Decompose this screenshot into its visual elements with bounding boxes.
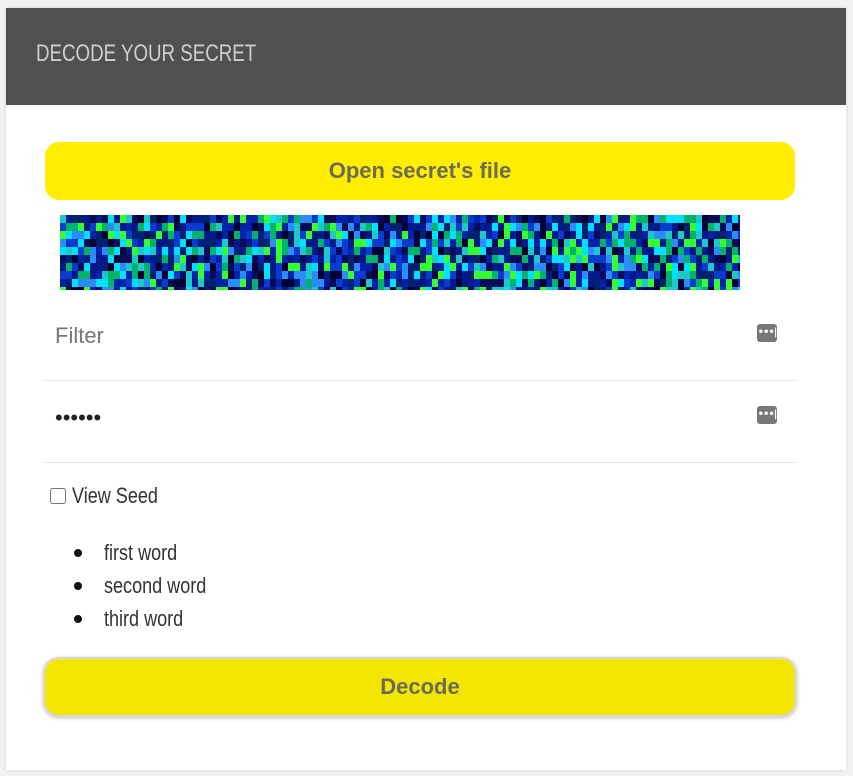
filter-input[interactable] (55, 312, 735, 360)
list-item: third word (74, 602, 229, 635)
view-seed-toggle[interactable]: View Seed (50, 483, 177, 509)
password-manager-icon[interactable]: •••| (757, 324, 777, 342)
seed-word: third word (104, 605, 184, 631)
password-input[interactable] (55, 394, 735, 442)
seed-word-list: first word second word third word (74, 536, 229, 635)
password-manager-icon[interactable]: •••| (757, 406, 777, 424)
view-seed-checkbox[interactable] (50, 488, 66, 504)
secret-image (60, 215, 758, 290)
view-seed-label: View Seed (72, 483, 158, 508)
bullet-icon (74, 548, 82, 557)
list-item: second word (74, 569, 229, 602)
bullet-icon (74, 581, 82, 590)
decode-button[interactable]: Decode (43, 657, 797, 717)
bullet-icon (74, 614, 82, 623)
seed-word: second word (104, 572, 207, 598)
app-header: DECODE YOUR SECRET (6, 8, 846, 105)
password-field-row: •••| (45, 380, 795, 463)
open-secret-file-button[interactable]: Open secret's file (45, 142, 795, 200)
list-item: first word (74, 536, 229, 569)
page-title: DECODE YOUR SECRET (36, 40, 257, 67)
seed-word: first word (104, 539, 178, 565)
filter-field-row: •••| (45, 298, 795, 381)
